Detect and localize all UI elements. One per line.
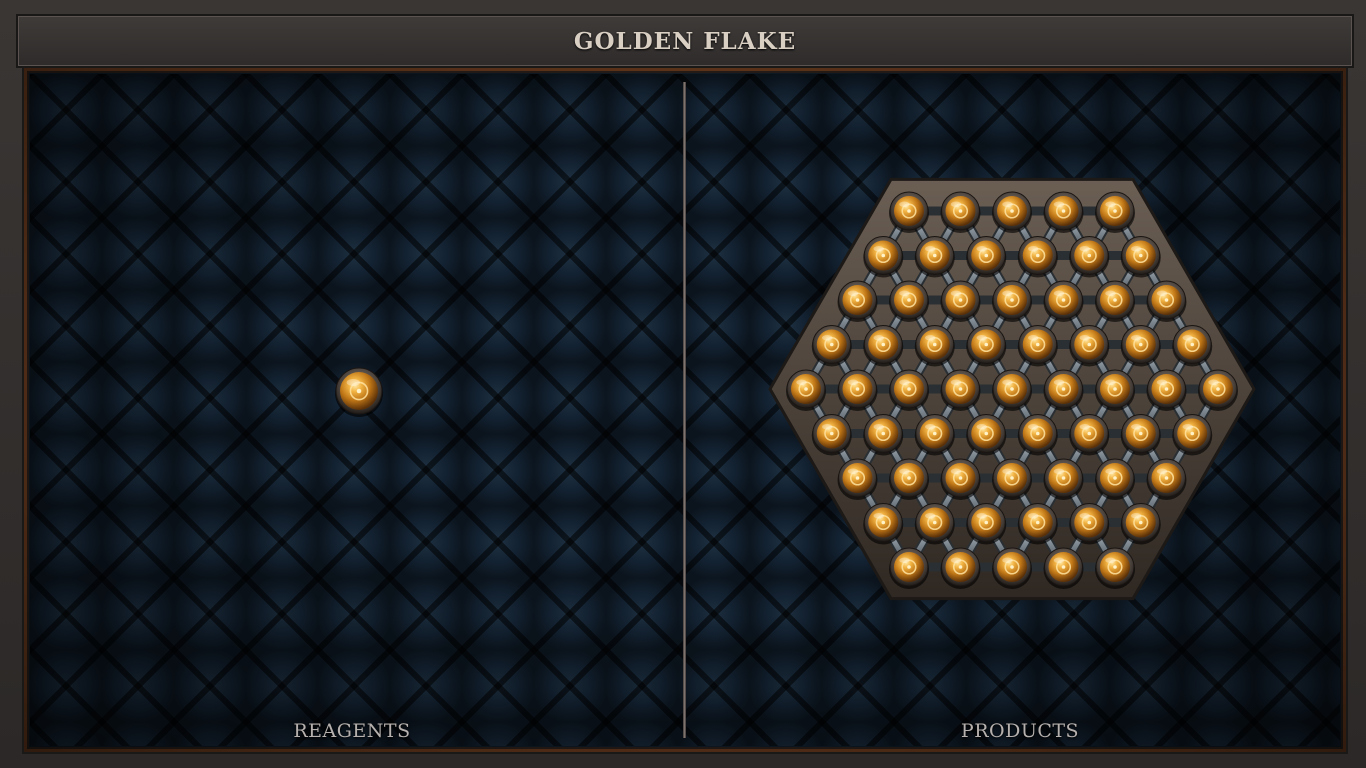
product-gold-atom[interactable] [914, 414, 955, 456]
product-gold-atom[interactable] [837, 458, 878, 500]
product-gold-atom[interactable] [1069, 414, 1110, 456]
product-gold-atom[interactable] [786, 369, 826, 411]
puzzle-board: REAGENTS PRODUCTS [22, 66, 1348, 754]
product-gold-atom[interactable] [837, 280, 878, 322]
product-gold-atom[interactable] [1120, 236, 1161, 278]
product-gold-atom[interactable] [1095, 280, 1135, 322]
product-gold-atom[interactable] [914, 503, 955, 545]
product-gold-atom[interactable] [1069, 503, 1110, 545]
products-label: PRODUCTS [960, 720, 1080, 742]
product-gold-atom[interactable] [889, 369, 929, 411]
product-gold-atom[interactable] [1120, 503, 1161, 545]
game-window: GOLDEN FLAKE REAGENTS PRODUCTS [0, 0, 1366, 768]
product-gold-atom[interactable] [1198, 369, 1238, 411]
product-gold-atom[interactable] [1172, 325, 1213, 367]
product-gold-atom[interactable] [940, 191, 981, 233]
product-gold-atom[interactable] [992, 369, 1032, 411]
title-bar: GOLDEN FLAKE [16, 14, 1354, 68]
product-gold-atom[interactable] [966, 236, 1007, 278]
product-gold-atom[interactable] [914, 325, 955, 367]
product-gold-atom[interactable] [940, 547, 981, 589]
product-gold-atom[interactable] [863, 414, 904, 456]
product-gold-atom[interactable] [992, 547, 1032, 589]
product-gold-atom[interactable] [1043, 547, 1084, 589]
product-gold-atom[interactable] [811, 414, 852, 456]
product-gold-atom[interactable] [1069, 236, 1110, 278]
product-gold-atom[interactable] [837, 369, 878, 411]
panel-divider [683, 82, 686, 738]
product-gold-atom[interactable] [1043, 458, 1084, 500]
product-gold-atom[interactable] [940, 458, 981, 500]
product-gold-atom[interactable] [992, 458, 1032, 500]
product-gold-atom[interactable] [992, 191, 1032, 233]
product-gold-atom[interactable] [940, 280, 981, 322]
product-gold-atom[interactable] [1095, 369, 1135, 411]
product-gold-atom[interactable] [889, 280, 929, 322]
product-gold-atom[interactable] [1095, 547, 1135, 589]
product-gold-atom[interactable] [1146, 458, 1187, 500]
product-gold-atom[interactable] [1069, 325, 1110, 367]
puzzle-title: GOLDEN FLAKE [573, 27, 797, 55]
product-gold-atom[interactable] [811, 325, 852, 367]
product-gold-atom[interactable] [1120, 414, 1161, 456]
product-gold-atom[interactable] [1017, 503, 1058, 545]
product-gold-atom[interactable] [863, 325, 904, 367]
product-gold-atom[interactable] [863, 503, 904, 545]
product-gold-atom[interactable] [914, 236, 955, 278]
product-gold-atom[interactable] [863, 236, 904, 278]
product-gold-atom[interactable] [992, 280, 1032, 322]
product-gold-atom[interactable] [1043, 191, 1084, 233]
product-gold-atom[interactable] [1172, 414, 1213, 456]
product-gold-atom[interactable] [1146, 280, 1187, 322]
product-gold-atom[interactable] [1017, 236, 1058, 278]
product-gold-atom[interactable] [1043, 280, 1084, 322]
product-gold-atom[interactable] [889, 191, 929, 233]
product-gold-atom[interactable] [1017, 414, 1058, 456]
product-gold-atom[interactable] [1095, 191, 1135, 233]
product-gold-atom[interactable] [1120, 325, 1161, 367]
product-gold-atom[interactable] [966, 325, 1007, 367]
product-gold-atom[interactable] [889, 458, 929, 500]
product-gold-atom[interactable] [940, 369, 981, 411]
product-gold-atom[interactable] [889, 547, 929, 589]
product-gold-atom[interactable] [1146, 369, 1187, 411]
product-gold-atom[interactable] [966, 503, 1007, 545]
product-gold-atom[interactable] [966, 414, 1007, 456]
product-gold-atom[interactable] [1095, 458, 1135, 500]
reagent-gold-atom[interactable] [335, 367, 383, 417]
product-gold-atom[interactable] [1017, 325, 1058, 367]
reagents-label: REAGENTS [293, 720, 411, 742]
product-gold-atom[interactable] [1043, 369, 1084, 411]
